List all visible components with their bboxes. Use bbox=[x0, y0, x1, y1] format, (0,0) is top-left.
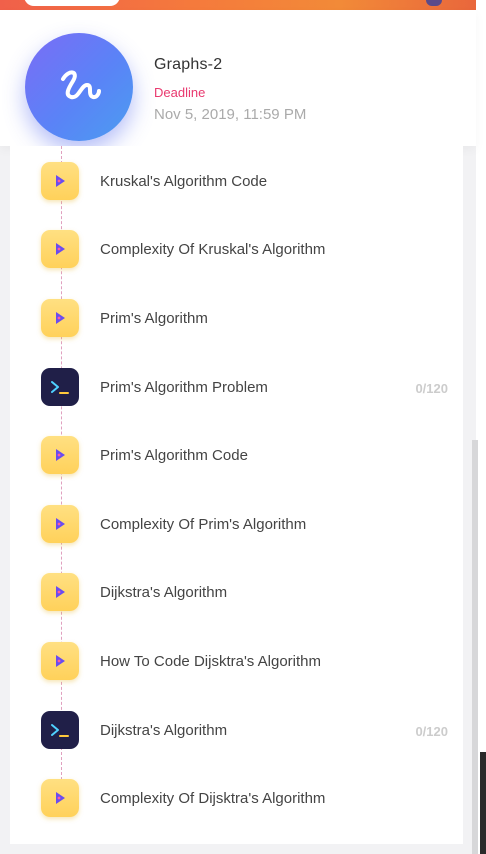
script-logo-icon bbox=[25, 33, 133, 141]
play-icon bbox=[41, 505, 79, 543]
list-item[interactable]: Prim's Algorithm Problem 0/120 bbox=[10, 366, 463, 410]
list-item[interactable]: Prim's Algorithm bbox=[10, 297, 463, 341]
item-title: How To Code Dijsktra's Algorithm bbox=[100, 653, 322, 670]
play-icon bbox=[41, 299, 79, 337]
right-rail-dark-edge bbox=[480, 752, 486, 854]
course-header: Graphs-2 Deadline Nov 5, 2019, 11:59 PM bbox=[0, 10, 476, 146]
item-score: 0/120 bbox=[415, 724, 448, 739]
play-icon bbox=[41, 230, 79, 268]
deadline-label: Deadline bbox=[154, 85, 206, 100]
deadline-date: Nov 5, 2019, 11:59 PM bbox=[154, 106, 307, 123]
list-item[interactable]: Dijkstra's Algorithm bbox=[10, 571, 463, 615]
play-icon bbox=[41, 436, 79, 474]
list-item[interactable]: How To Code Dijsktra's Algorithm bbox=[10, 640, 463, 684]
item-score: 0/120 bbox=[415, 381, 448, 396]
course-title: Graphs-2 bbox=[154, 56, 223, 73]
play-icon bbox=[41, 642, 79, 680]
item-title: Dijkstra's Algorithm bbox=[100, 584, 228, 601]
terminal-icon bbox=[41, 368, 79, 406]
list-item[interactable]: Dijkstra's Algorithm 0/120 bbox=[10, 709, 463, 753]
item-title: Prim's Algorithm bbox=[100, 310, 208, 327]
list-item[interactable]: Kruskal's Algorithm Code bbox=[10, 160, 463, 204]
list-item[interactable]: Prim's Algorithm Code bbox=[10, 434, 463, 478]
list-item[interactable]: Complexity Of Dijsktra's Algorithm bbox=[10, 777, 463, 821]
item-title: Kruskal's Algorithm Code bbox=[100, 173, 268, 190]
item-title: Complexity Of Dijsktra's Algorithm bbox=[100, 790, 326, 807]
list-item[interactable]: Complexity Of Kruskal's Algorithm bbox=[10, 228, 463, 272]
item-title: Complexity Of Kruskal's Algorithm bbox=[100, 241, 326, 258]
play-icon bbox=[41, 573, 79, 611]
terminal-icon bbox=[41, 711, 79, 749]
item-title: Prim's Algorithm Problem bbox=[100, 379, 268, 396]
item-title: Prim's Algorithm Code bbox=[100, 447, 248, 464]
top-pill-button[interactable] bbox=[24, 0, 120, 6]
play-icon bbox=[41, 779, 79, 817]
play-icon bbox=[41, 162, 79, 200]
item-title: Complexity Of Prim's Algorithm bbox=[100, 516, 307, 533]
list-item[interactable]: Complexity Of Prim's Algorithm bbox=[10, 503, 463, 547]
item-title: Dijkstra's Algorithm bbox=[100, 722, 228, 739]
scrollbar[interactable] bbox=[472, 440, 478, 854]
